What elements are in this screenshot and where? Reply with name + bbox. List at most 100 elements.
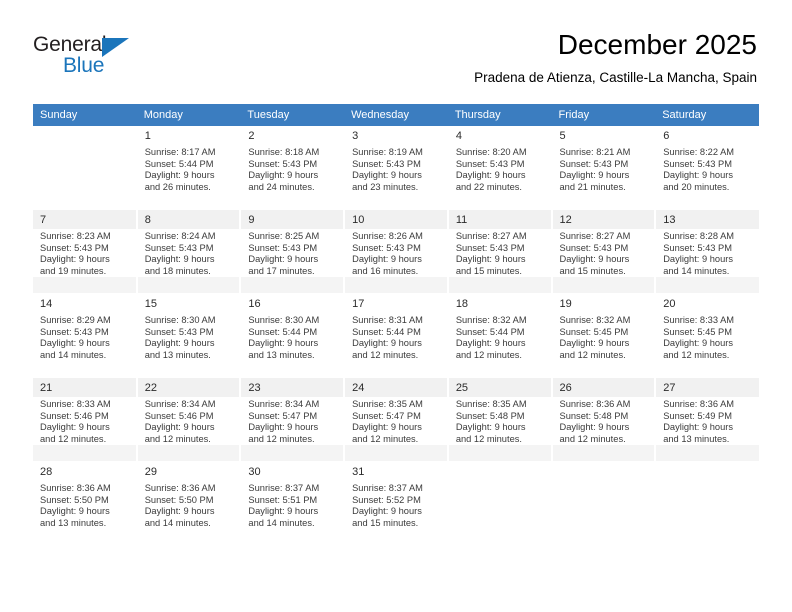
- daylight-text-line2: and 14 minutes.: [40, 349, 107, 360]
- calendar-day-cell[interactable]: 15 Sunrise: 8:30 AM Sunset: 5:43 PM Dayligh…: [136, 293, 242, 378]
- day-sun-info: Sunrise: 8:33 AM Sunset: 5:46 PM Daylight:…: [33, 397, 136, 446]
- weekday-header-wednesday: Wednesday: [344, 104, 448, 126]
- calendar-day-cell[interactable]: 6 Sunrise: 8:22 AM Sunset: 5:43 PM Daylight…: [655, 126, 759, 210]
- sunset-text: Sunset: 5:46 PM: [40, 410, 109, 421]
- sunrise-text: Sunrise: 8:17 AM: [144, 147, 216, 157]
- daylight-text-line2: and 18 minutes.: [144, 265, 211, 276]
- sunrise-text: Sunrise: 8:33 AM: [40, 399, 111, 409]
- daylight-text-line1: Daylight: 9 hours: [352, 170, 422, 181]
- day-sun-info: Sunrise: 8:24 AM Sunset: 5:43 PM Daylight:…: [137, 229, 240, 278]
- daylight-text-line1: Daylight: 9 hours: [248, 506, 319, 517]
- empty-cell-filler: [552, 462, 655, 545]
- sunset-text: Sunset: 5:43 PM: [352, 158, 421, 169]
- sunset-text: Sunset: 5:47 PM: [352, 410, 421, 421]
- daylight-text-line1: Daylight: 9 hours: [40, 338, 110, 349]
- calendar-day-cell[interactable]: 14 Sunrise: 8:29 AM Sunset: 5:43 PM Dayligh…: [33, 293, 138, 378]
- calendar-day-cell[interactable]: 1 Sunrise: 8:17 AM Sunset: 5:44 PM Daylight…: [136, 126, 242, 210]
- day-number: 19: [559, 298, 572, 310]
- calendar-day-cell[interactable]: 2 Sunrise: 8:18 AM Sunset: 5:43 PM Daylight…: [240, 126, 346, 210]
- calendar-day-cell[interactable]: 26 Sunrise: 8:36 AM Sunset: 5:48 PM Dayligh…: [551, 377, 657, 462]
- day-sun-info: Sunrise: 8:17 AM Sunset: 5:44 PM Daylight:…: [137, 145, 240, 194]
- weekday-header-monday: Monday: [136, 104, 241, 126]
- day-sun-info: Sunrise: 8:20 AM Sunset: 5:43 PM Daylight:…: [448, 145, 551, 194]
- sunrise-text: Sunrise: 8:30 AM: [248, 315, 320, 325]
- sunrise-text: Sunrise: 8:29 AM: [40, 315, 111, 325]
- daylight-text-line1: Daylight: 9 hours: [455, 170, 526, 181]
- sunrise-text: Sunrise: 8:25 AM: [248, 231, 320, 241]
- day-sun-info: Sunrise: 8:30 AM Sunset: 5:43 PM Daylight:…: [137, 313, 240, 362]
- daylight-text-line2: and 15 minutes.: [455, 265, 522, 276]
- sunrise-text: Sunrise: 8:22 AM: [663, 147, 735, 157]
- calendar-week-row: 28 Sunrise: 8:36 AM Sunset: 5:50 PM Dayligh…: [33, 461, 759, 546]
- calendar-day-cell[interactable]: 19 Sunrise: 8:32 AM Sunset: 5:45 PM Dayligh…: [551, 293, 657, 378]
- sunset-text: Sunset: 5:43 PM: [455, 158, 525, 169]
- sunset-text: Sunset: 5:43 PM: [40, 242, 109, 253]
- calendar-day-cell[interactable]: 22 Sunrise: 8:34 AM Sunset: 5:46 PM Dayligh…: [136, 377, 242, 462]
- daylight-text-line1: Daylight: 9 hours: [663, 338, 733, 349]
- daylight-text-line1: Daylight: 9 hours: [248, 422, 319, 433]
- day-sun-info: Sunrise: 8:25 AM Sunset: 5:43 PM Daylight:…: [241, 229, 344, 278]
- calendar-day-cell[interactable]: 23 Sunrise: 8:34 AM Sunset: 5:47 PM Dayligh…: [240, 377, 346, 462]
- calendar-day-cell[interactable]: 16 Sunrise: 8:30 AM Sunset: 5:44 PM Dayligh…: [240, 293, 346, 378]
- sunset-text: Sunset: 5:43 PM: [663, 242, 732, 253]
- calendar-day-cell[interactable]: 25 Sunrise: 8:35 AM Sunset: 5:48 PM Dayligh…: [447, 377, 553, 462]
- daylight-text-line1: Daylight: 9 hours: [455, 422, 526, 433]
- calendar-day-cell[interactable]: 20 Sunrise: 8:33 AM Sunset: 5:45 PM Dayligh…: [655, 293, 759, 378]
- calendar-day-cell[interactable]: 24 Sunrise: 8:35 AM Sunset: 5:47 PM Dayligh…: [344, 377, 449, 462]
- day-sun-info: Sunrise: 8:31 AM Sunset: 5:44 PM Daylight:…: [345, 313, 447, 362]
- sunset-text: Sunset: 5:46 PM: [144, 410, 214, 421]
- day-number: 10: [345, 210, 447, 229]
- daylight-text-line2: and 12 minutes.: [144, 433, 211, 444]
- calendar-day-cell[interactable]: 30 Sunrise: 8:37 AM Sunset: 5:51 PM Dayligh…: [240, 461, 346, 546]
- calendar-day-cell[interactable]: 31 Sunrise: 8:37 AM Sunset: 5:52 PM Dayligh…: [344, 461, 449, 546]
- day-number: 24: [345, 378, 447, 397]
- sunset-text: Sunset: 5:52 PM: [352, 494, 421, 505]
- day-number: 5: [559, 130, 566, 142]
- calendar-day-cell[interactable]: 10 Sunrise: 8:26 AM Sunset: 5:43 PM Dayligh…: [344, 209, 449, 294]
- sunrise-text: Sunrise: 8:34 AM: [248, 399, 320, 409]
- daylight-text-line1: Daylight: 9 hours: [663, 422, 733, 433]
- weekday-header-friday: Friday: [551, 104, 656, 126]
- calendar-day-cell[interactable]: 28 Sunrise: 8:36 AM Sunset: 5:50 PM Dayligh…: [33, 461, 138, 546]
- calendar-week-row: 1 Sunrise: 8:17 AM Sunset: 5:44 PM Daylight…: [33, 126, 759, 210]
- day-number: 21: [33, 378, 136, 397]
- day-sun-info: Sunrise: 8:27 AM Sunset: 5:43 PM Daylight:…: [448, 229, 551, 278]
- daylight-text-line1: Daylight: 9 hours: [40, 506, 110, 517]
- calendar-day-cell[interactable]: 27 Sunrise: 8:36 AM Sunset: 5:49 PM Dayligh…: [655, 377, 759, 462]
- daylight-text-line2: and 16 minutes.: [352, 265, 419, 276]
- sunset-text: Sunset: 5:50 PM: [144, 494, 214, 505]
- day-number: 22: [137, 378, 240, 397]
- calendar-day-cell[interactable]: 4 Sunrise: 8:20 AM Sunset: 5:43 PM Daylight…: [447, 126, 553, 210]
- calendar-week-row: 7 Sunrise: 8:23 AM Sunset: 5:43 PM Daylight…: [33, 209, 759, 294]
- calendar-day-cell[interactable]: 8 Sunrise: 8:24 AM Sunset: 5:43 PM Daylight…: [136, 209, 242, 294]
- daylight-text-line1: Daylight: 9 hours: [559, 422, 630, 433]
- calendar-day-cell[interactable]: 17 Sunrise: 8:31 AM Sunset: 5:44 PM Dayligh…: [344, 293, 449, 378]
- calendar-day-cell[interactable]: 11 Sunrise: 8:27 AM Sunset: 5:43 PM Dayligh…: [447, 209, 553, 294]
- calendar-day-cell[interactable]: 18 Sunrise: 8:32 AM Sunset: 5:44 PM Dayligh…: [447, 293, 553, 378]
- sunset-text: Sunset: 5:43 PM: [40, 326, 109, 337]
- day-sun-info: Sunrise: 8:21 AM Sunset: 5:43 PM Daylight:…: [552, 145, 655, 194]
- daylight-text-line1: Daylight: 9 hours: [144, 338, 215, 349]
- sunset-text: Sunset: 5:50 PM: [40, 494, 109, 505]
- calendar-day-cell[interactable]: 21 Sunrise: 8:33 AM Sunset: 5:46 PM Dayligh…: [33, 377, 138, 462]
- day-sun-info: Sunrise: 8:30 AM Sunset: 5:44 PM Daylight:…: [241, 313, 344, 362]
- daylight-text-line1: Daylight: 9 hours: [559, 338, 630, 349]
- calendar-day-cell[interactable]: 5 Sunrise: 8:21 AM Sunset: 5:43 PM Daylight…: [551, 126, 657, 210]
- sunset-text: Sunset: 5:48 PM: [455, 410, 525, 421]
- daylight-text-line2: and 12 minutes.: [663, 349, 730, 360]
- calendar-day-cell[interactable]: 7 Sunrise: 8:23 AM Sunset: 5:43 PM Daylight…: [33, 209, 138, 294]
- calendar-empty-cell: [447, 461, 553, 546]
- daylight-text-line2: and 26 minutes.: [144, 181, 211, 192]
- general-blue-logo[interactable]: General Blue: [33, 33, 143, 81]
- calendar-day-cell[interactable]: 12 Sunrise: 8:27 AM Sunset: 5:43 PM Dayligh…: [551, 209, 657, 294]
- empty-cell-filler: [656, 462, 759, 545]
- calendar-day-cell[interactable]: 29 Sunrise: 8:36 AM Sunset: 5:50 PM Dayligh…: [136, 461, 242, 546]
- weekday-header-tuesday: Tuesday: [240, 104, 345, 126]
- daylight-text-line2: and 12 minutes.: [559, 349, 626, 360]
- calendar-day-cell[interactable]: 13 Sunrise: 8:28 AM Sunset: 5:43 PM Dayligh…: [655, 209, 759, 294]
- sunrise-text: Sunrise: 8:36 AM: [144, 483, 216, 493]
- daylight-text-line1: Daylight: 9 hours: [248, 338, 319, 349]
- sunrise-sunset-calendar: Sunday Monday Tuesday Wednesday Thursday…: [33, 104, 759, 546]
- calendar-day-cell[interactable]: 9 Sunrise: 8:25 AM Sunset: 5:43 PM Daylight…: [240, 209, 346, 294]
- calendar-day-cell[interactable]: 3 Sunrise: 8:19 AM Sunset: 5:43 PM Daylight…: [344, 126, 449, 210]
